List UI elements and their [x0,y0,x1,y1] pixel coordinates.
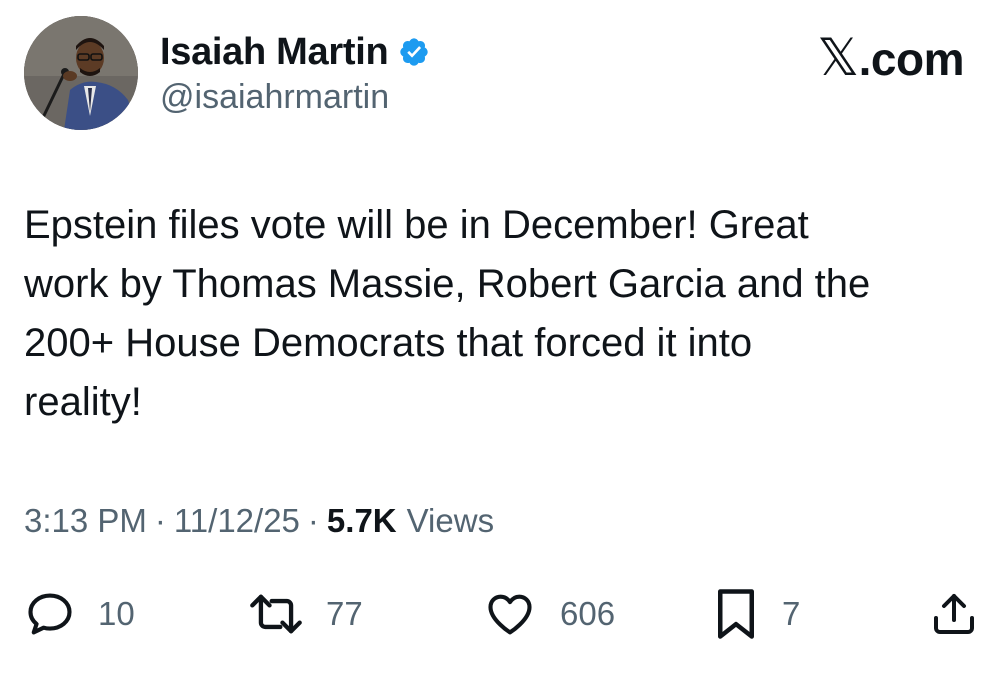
bookmark-count: 7 [782,595,801,632]
heart-icon [488,594,532,635]
like-count: 606 [560,595,616,632]
author-handle[interactable]: @isaiahrmartin [160,78,389,117]
author-name-row: Isaiah Martin [160,22,430,82]
bookmark-button[interactable]: 7 [712,582,800,646]
tweet-meta: 3:13 PM · 11/12/25 · 5.7K Views [24,502,494,540]
reply-button[interactable]: 10 [24,582,135,646]
author-name[interactable]: Isaiah Martin [160,31,389,74]
tweet-text: Epstein files vote will be in December! … [24,203,871,424]
tweet-time[interactable]: 3:13 PM [24,502,147,540]
views-count: 5.7K [326,502,397,539]
bookmark-icon [718,589,754,639]
meta-separator: · [154,502,166,539]
brand-suffix: .com [858,33,965,85]
reply-icon [28,593,72,635]
meta-separator: · [307,502,319,539]
share-icon [934,594,974,634]
repost-button[interactable]: 77 [248,582,363,646]
repost-icon [250,594,302,634]
tweet-date[interactable]: 11/12/25 [174,502,300,540]
reply-count: 10 [98,595,135,632]
share-button[interactable] [930,582,978,646]
action-bar: 10 77 606 7 [0,582,1000,646]
views-label: Views [406,502,495,539]
like-button[interactable]: 606 [482,582,615,646]
x-logo-icon: 𝕏 [817,29,859,87]
avatar-photo [24,16,138,130]
verified-badge-icon[interactable] [398,36,430,68]
avatar[interactable] [24,16,138,130]
repost-count: 77 [326,595,363,632]
brand-logo: 𝕏 .com [817,28,964,88]
